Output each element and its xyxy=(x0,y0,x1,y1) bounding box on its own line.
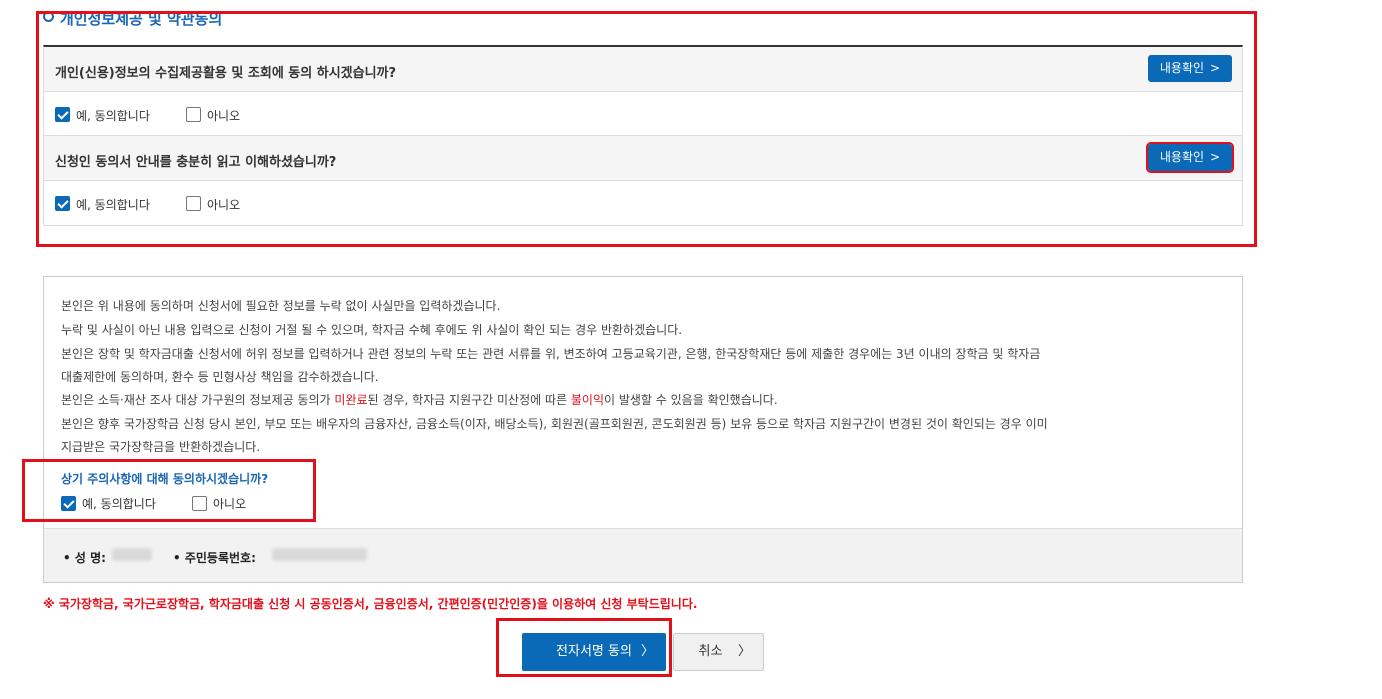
notice-line: 본인은 장학 및 학자금대출 신청서에 허위 정보를 입력하거나 관련 정보의 … xyxy=(61,347,1041,361)
warning-text: ※ 국가장학금, 국가근로장학금, 학자금대출 신청 시 공동인증서, 금융인증… xyxy=(43,597,698,611)
notice-line: 대출제한에 동의하며, 환수 등 민형사상 책임을 감수하겠습니다. xyxy=(61,370,379,384)
applicant-info-row: • 성 명: • 주민등록번호: xyxy=(44,528,1242,582)
notice-line: 본인은 위 내용에 동의하며 신청서에 필요한 정보를 누락 없이 사실만을 입… xyxy=(61,299,501,313)
notice-line: 누락 및 사실이 아닌 내용 입력으로 신청이 거절 될 수 있으며, 학자금 … xyxy=(61,323,683,337)
notice-text: 된 경우, 학자금 지원구간 미산정에 따른 xyxy=(367,393,571,407)
notice-line: 본인은 소득·재산 조사 대상 가구원의 정보제공 동의가 미완료된 경우, 학… xyxy=(61,391,778,408)
rrn-label: • 주민등록번호: xyxy=(173,551,256,565)
highlight-box xyxy=(36,11,1257,247)
name-label: • 성 명: xyxy=(63,551,106,565)
notice-text: 이 발생할 수 있음을 확인했습니다. xyxy=(604,393,778,407)
notice-line: 본인은 향후 국가장학금 신청 당시 본인, 부모 또는 배우자의 금융자산, … xyxy=(61,417,1048,431)
notice-highlight: 미완료 xyxy=(334,393,368,407)
cancel-label: 취소 xyxy=(698,644,723,659)
chevron-right-icon: 〉 xyxy=(737,644,751,659)
highlight-box xyxy=(22,459,316,522)
notice-highlight: 불이익 xyxy=(570,393,604,407)
cancel-button[interactable]: 취소 〉 xyxy=(673,633,764,671)
notice-line: 지급받은 국가장학금을 반환하겠습니다. xyxy=(61,440,261,454)
redacted-name xyxy=(112,548,152,561)
redacted-rrn xyxy=(272,548,367,561)
notice-text: 본인은 소득·재산 조사 대상 가구원의 정보제공 동의가 xyxy=(61,393,335,407)
notice-box: 본인은 위 내용에 동의하며 신청서에 필요한 정보를 누락 없이 사실만을 입… xyxy=(43,276,1243,583)
highlight-box xyxy=(496,618,672,677)
